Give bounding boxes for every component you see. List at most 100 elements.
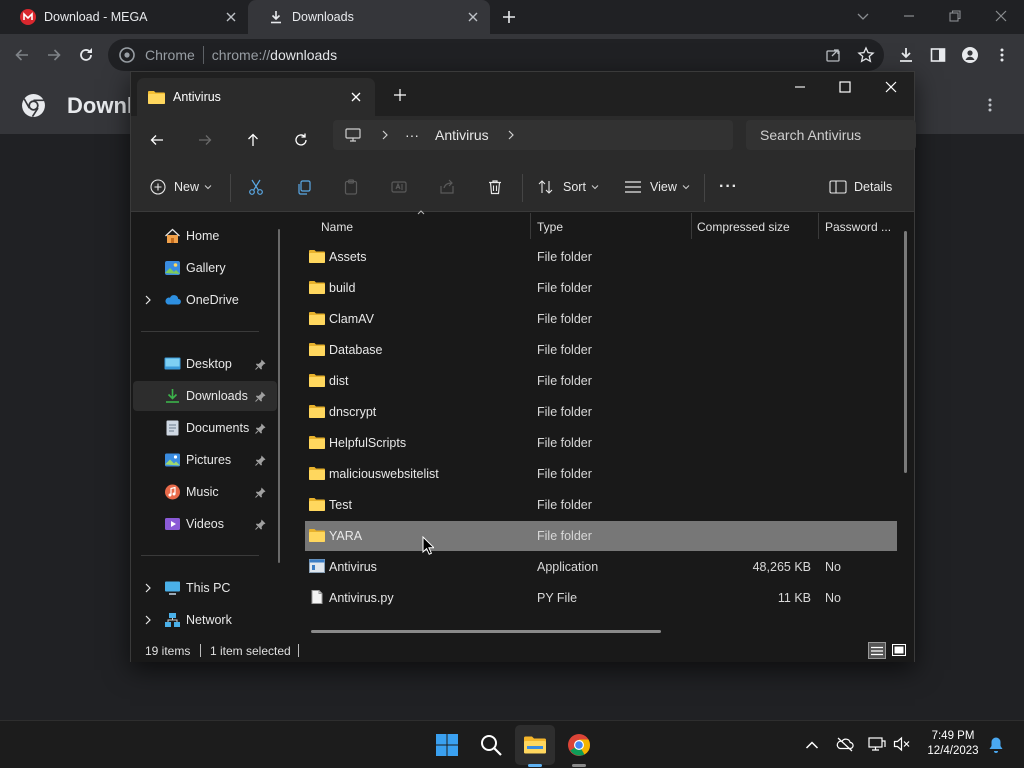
side-panel-icon[interactable] (929, 46, 947, 64)
nav-item-music[interactable]: Music (133, 477, 277, 507)
details-button[interactable]: Details (829, 176, 892, 198)
cut-icon[interactable] (247, 176, 265, 198)
chevron-right-icon[interactable] (143, 295, 153, 305)
maximize-button[interactable] (838, 80, 852, 94)
up-button[interactable] (245, 132, 261, 148)
address-bar[interactable]: ··· Antivirus (333, 120, 733, 150)
search-icon[interactable] (479, 733, 503, 757)
new-button[interactable]: New (150, 176, 212, 198)
sort-button[interactable]: Sort (537, 176, 599, 198)
chevron-right-icon[interactable] (143, 615, 153, 625)
column-compressed-size[interactable]: Compressed size (697, 220, 790, 234)
omnibox[interactable]: Chrome chrome://downloads (108, 39, 884, 71)
chevron-up-icon[interactable] (804, 737, 828, 761)
column-type[interactable]: Type (537, 220, 563, 234)
network-status-icon[interactable] (868, 736, 892, 760)
file-row[interactable]: Antivirus.py PY File 11 KB No (305, 583, 897, 613)
tab-download-mega[interactable]: Download - MEGA (0, 0, 248, 34)
file-row[interactable]: ClamAV File folder (305, 304, 897, 334)
breadcrumb-more[interactable]: ··· (405, 127, 419, 143)
more-options-button[interactable]: ··· (719, 176, 738, 198)
file-icon (309, 590, 325, 604)
nav-item-downloads[interactable]: Downloads (133, 381, 277, 411)
pin-icon (255, 519, 266, 530)
onedrive-sync-icon[interactable] (836, 736, 860, 760)
nav-scrollbar[interactable] (278, 229, 280, 563)
search-input[interactable]: Search Antivirus (746, 120, 916, 150)
file-row[interactable]: Assets File folder (305, 242, 897, 272)
close-window-button[interactable] (992, 7, 1010, 25)
chevron-right-icon[interactable] (143, 583, 153, 593)
close-icon[interactable] (349, 90, 363, 104)
chrome-icon[interactable] (567, 733, 591, 757)
kebab-menu-icon[interactable] (993, 46, 1011, 64)
nav-item-documents[interactable]: Documents (133, 413, 277, 443)
copy-icon[interactable] (295, 176, 313, 198)
downloads-icon[interactable] (897, 46, 915, 64)
column-separator[interactable] (530, 213, 531, 239)
close-icon[interactable] (466, 10, 480, 24)
file-row[interactable]: Database File folder (305, 335, 897, 365)
chevron-right-icon[interactable] (507, 130, 515, 140)
breadcrumb-current[interactable]: Antivirus (435, 127, 489, 143)
minimize-button[interactable] (793, 80, 807, 94)
kebab-menu-icon[interactable] (981, 96, 999, 114)
restore-button[interactable] (946, 7, 964, 25)
nav-item-home[interactable]: Home (133, 221, 277, 251)
file-row[interactable]: Test File folder (305, 490, 897, 520)
column-separator[interactable] (818, 213, 819, 239)
refresh-button[interactable] (293, 132, 309, 148)
nav-item-onedrive[interactable]: OneDrive (133, 285, 277, 315)
start-windows-icon[interactable] (435, 733, 459, 757)
column-name[interactable]: Name (321, 220, 353, 234)
reload-button[interactable] (77, 46, 95, 64)
rename-icon[interactable] (390, 176, 408, 198)
forward-button[interactable] (197, 132, 213, 148)
column-password[interactable]: Password ... (825, 220, 891, 234)
back-button[interactable] (13, 46, 31, 64)
tab-downloads[interactable]: Downloads (248, 0, 490, 34)
file-explorer-icon[interactable] (523, 733, 547, 757)
forward-button[interactable] (45, 46, 63, 64)
nav-item-videos[interactable]: Videos (133, 509, 277, 539)
new-tab-button[interactable] (393, 88, 407, 102)
view-button[interactable]: View (624, 176, 690, 198)
details-view-icon[interactable] (868, 642, 886, 659)
new-tab-button[interactable] (500, 8, 518, 26)
notification-bell-icon[interactable] (988, 736, 1012, 760)
file-name: Antivirus.py (329, 591, 394, 605)
minimize-button[interactable] (900, 7, 918, 25)
file-row[interactable]: Antivirus Application 48,265 KB No (305, 552, 897, 582)
nav-item-pictures[interactable]: Pictures (133, 445, 277, 475)
taskbar-clock[interactable]: 7:49 PM 12/4/2023 (922, 729, 984, 759)
omnibox-separator (202, 46, 204, 64)
nav-item-network[interactable]: Network (133, 605, 277, 635)
chevron-right-icon[interactable] (381, 130, 389, 140)
explorer-tab[interactable]: Antivirus (137, 78, 375, 116)
paste-icon[interactable] (342, 176, 360, 198)
file-row[interactable]: YARA File folder (305, 521, 897, 551)
delete-icon[interactable] (486, 176, 504, 198)
close-window-button[interactable] (884, 80, 898, 94)
vertical-scrollbar[interactable] (904, 231, 907, 473)
nav-item-this-pc[interactable]: This PC (133, 573, 277, 603)
chevron-down-icon[interactable] (854, 7, 872, 25)
nav-item-desktop[interactable]: Desktop (133, 349, 277, 379)
file-row[interactable]: dist File folder (305, 366, 897, 396)
taskbar: 7:49 PM 12/4/2023 (0, 720, 1024, 768)
close-icon[interactable] (224, 10, 238, 24)
volume-muted-icon[interactable] (893, 736, 917, 760)
horizontal-scrollbar[interactable] (311, 630, 661, 633)
large-icons-view-icon[interactable] (891, 642, 907, 658)
back-button[interactable] (149, 132, 165, 148)
file-row[interactable]: HelpfulScripts File folder (305, 428, 897, 458)
column-separator[interactable] (691, 213, 692, 239)
nav-item-gallery[interactable]: Gallery (133, 253, 277, 283)
share-icon[interactable] (824, 46, 842, 64)
bookmark-star-icon[interactable] (857, 46, 875, 64)
share-icon[interactable] (438, 176, 456, 198)
file-row[interactable]: build File folder (305, 273, 897, 303)
file-row[interactable]: dnscrypt File folder (305, 397, 897, 427)
profile-avatar-icon[interactable] (961, 46, 979, 64)
file-row[interactable]: maliciouswebsitelist File folder (305, 459, 897, 489)
